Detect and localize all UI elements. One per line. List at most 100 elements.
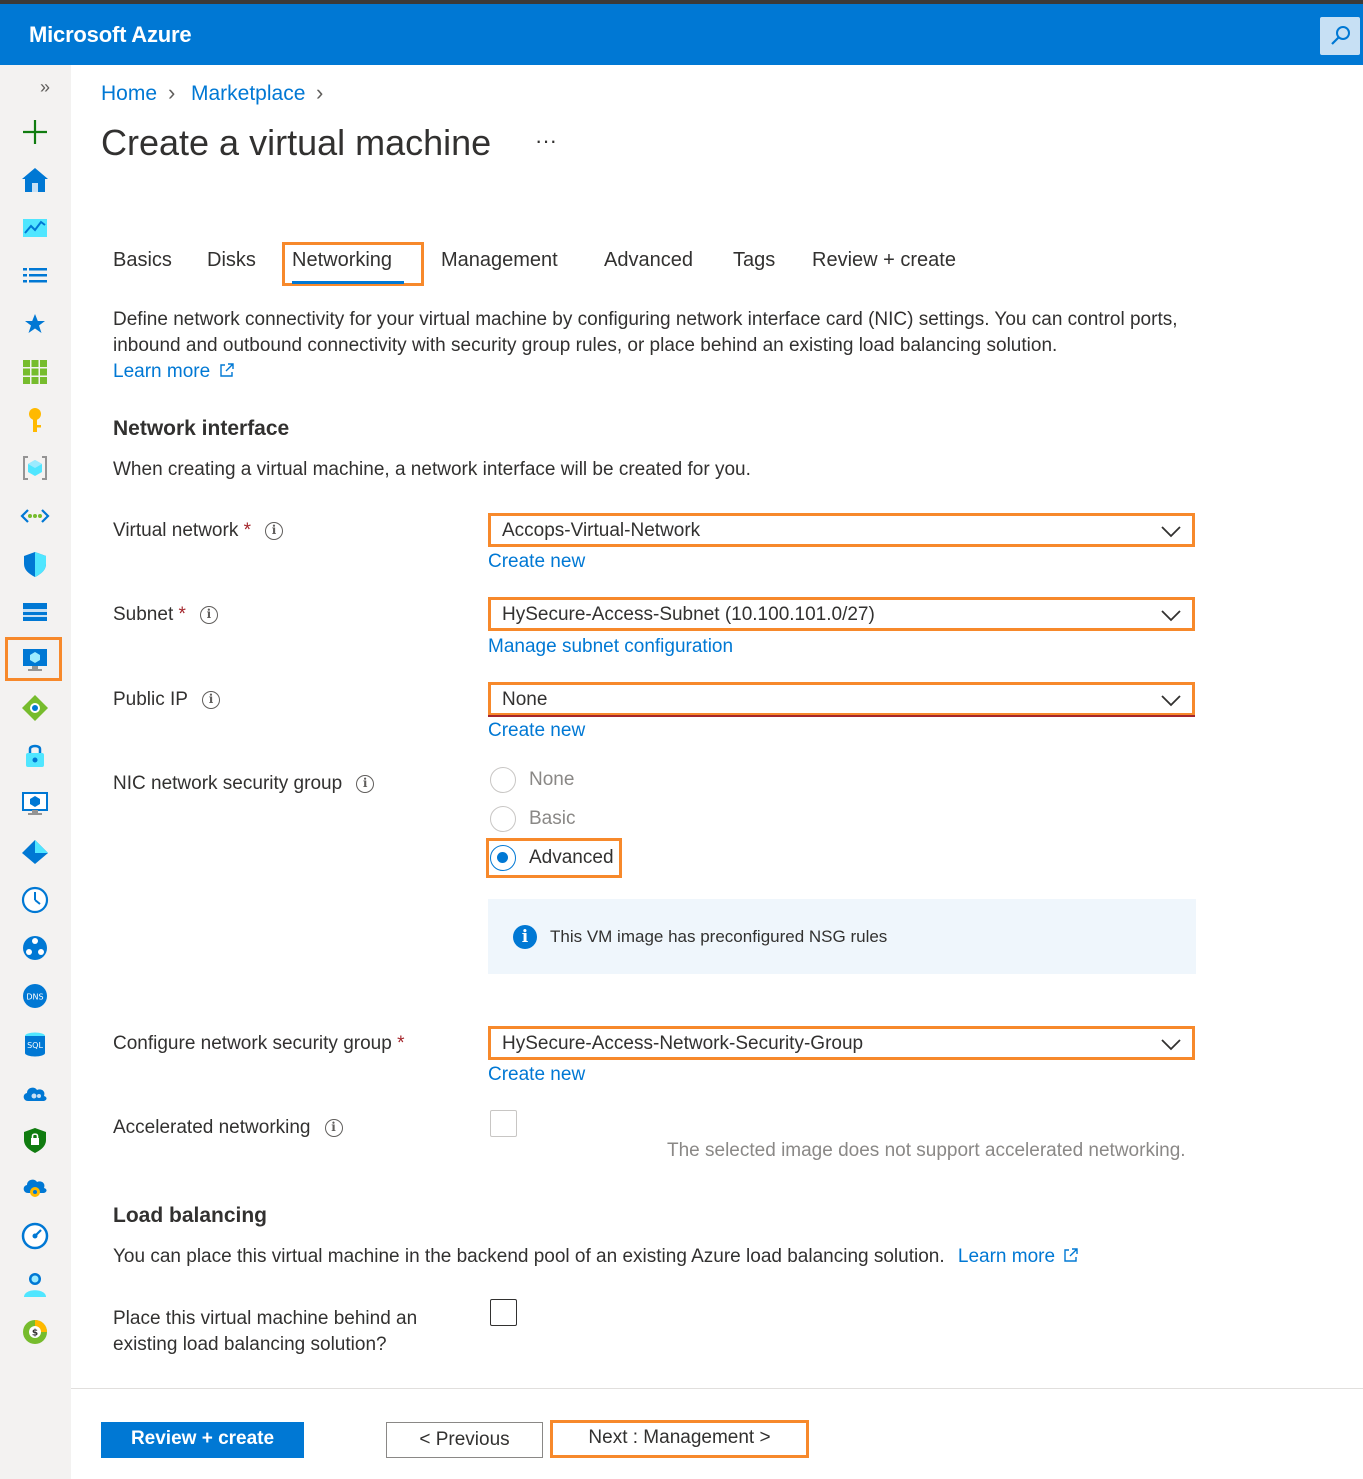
- tab-management[interactable]: Management: [441, 249, 558, 272]
- create-new-nsg-link[interactable]: Create new: [488, 1064, 585, 1086]
- home-icon[interactable]: [20, 165, 50, 195]
- previous-button[interactable]: < Previous: [386, 1422, 543, 1458]
- app-service-icon[interactable]: [20, 1173, 50, 1203]
- nsg-radio-none-label: None: [529, 769, 575, 790]
- info-icon[interactable]: i: [199, 606, 218, 624]
- virtual-network-dropdown[interactable]: Accops-Virtual-Network: [488, 513, 1195, 547]
- tab-disks[interactable]: Disks: [207, 249, 256, 272]
- defender-icon[interactable]: [20, 1125, 50, 1155]
- cloud-services-icon[interactable]: [20, 1077, 50, 1107]
- security-center-icon[interactable]: [20, 549, 50, 579]
- advisor-icon[interactable]: [20, 1221, 50, 1251]
- accelerated-networking-note: The selected image does not support acce…: [667, 1140, 1186, 1161]
- public-ip-label: Public IP i: [113, 689, 220, 711]
- chevron-down-icon: [1161, 695, 1181, 707]
- tab-review-create[interactable]: Review + create: [812, 249, 956, 272]
- subnet-value: HySecure-Access-Subnet (10.100.101.0/27): [502, 604, 875, 625]
- virtual-networks-icon[interactable]: [20, 501, 50, 531]
- virtual-machines-icon[interactable]: [20, 645, 50, 675]
- load-balancer-icon[interactable]: [20, 693, 50, 723]
- svg-text:DNS: DNS: [26, 993, 43, 1002]
- create-new-virtual-network-link[interactable]: Create new: [488, 551, 585, 573]
- public-ip-value: None: [502, 689, 548, 710]
- accelerated-networking-checkbox[interactable]: [490, 1110, 517, 1137]
- info-icon[interactable]: i: [324, 1119, 343, 1137]
- svg-text:$: $: [32, 1329, 38, 1339]
- info-icon[interactable]: i: [356, 775, 375, 793]
- expand-icon[interactable]: »: [40, 77, 50, 98]
- breadcrumb-home[interactable]: Home: [101, 82, 157, 106]
- active-directory-icon[interactable]: [20, 837, 50, 867]
- info-icon[interactable]: i: [265, 522, 284, 540]
- nsg-radio-basic[interactable]: [490, 806, 516, 832]
- monitor-icon[interactable]: [20, 885, 50, 915]
- page-title: Create a virtual machine: [101, 122, 492, 163]
- network-interface-description: When creating a virtual machine, a netwo…: [113, 459, 751, 480]
- required-marker: *: [397, 1033, 405, 1054]
- network-interface-heading: Network interface: [113, 417, 290, 440]
- configure-nsg-label: Configure network security group *: [113, 1033, 405, 1054]
- tab-basics[interactable]: Basics: [113, 249, 172, 272]
- sql-icon[interactable]: SQL: [20, 1029, 50, 1059]
- public-ip-error-underline: [488, 715, 1195, 717]
- chevron-right-icon: ›: [316, 80, 324, 105]
- vpn-icon[interactable]: [20, 741, 50, 771]
- review-create-button[interactable]: Review + create: [101, 1422, 304, 1458]
- chevron-down-icon: [1161, 1039, 1181, 1051]
- cost-management-icon[interactable]: $: [20, 1317, 50, 1347]
- active-tab-highlight: [282, 242, 424, 286]
- create-resource-icon[interactable]: [20, 117, 50, 147]
- accelerated-networking-label: Accelerated networking i: [113, 1117, 343, 1139]
- place-behind-lb-checkbox[interactable]: [490, 1299, 517, 1326]
- external-link-icon: [220, 363, 235, 377]
- resource-groups-icon[interactable]: [20, 453, 50, 483]
- favorites-icon[interactable]: [20, 309, 50, 339]
- create-new-public-ip-link[interactable]: Create new: [488, 720, 585, 742]
- search-icon: [1331, 26, 1350, 45]
- dns-icon[interactable]: DNS: [20, 981, 50, 1011]
- load-balancing-learn-more-link[interactable]: Learn more: [958, 1246, 1079, 1267]
- manage-subnet-configuration-link[interactable]: Manage subnet configuration: [488, 636, 733, 658]
- chevron-down-icon: [1161, 610, 1181, 622]
- dashboard-icon[interactable]: [20, 213, 50, 243]
- intro-description: Define network connectivity for your vir…: [113, 307, 1193, 385]
- search-button[interactable]: [1320, 17, 1360, 55]
- top-bar: Microsoft Azure: [0, 4, 1363, 65]
- svg-text:SQL: SQL: [27, 1041, 43, 1050]
- key-vault-icon[interactable]: [20, 405, 50, 435]
- all-resources-icon[interactable]: [20, 357, 50, 387]
- learn-more-link[interactable]: Learn more: [113, 361, 235, 382]
- info-filled-icon: i: [513, 925, 537, 949]
- vm-icon[interactable]: [20, 789, 50, 819]
- load-balancing-heading: Load balancing: [113, 1204, 268, 1227]
- users-icon[interactable]: [20, 1269, 50, 1299]
- required-marker: *: [243, 520, 252, 541]
- next-management-button[interactable]: Next : Management >: [550, 1420, 809, 1458]
- configure-nsg-dropdown[interactable]: HySecure-Access-Network-Security-Group: [488, 1026, 1195, 1060]
- public-ip-dropdown[interactable]: None: [488, 682, 1195, 716]
- nsg-radio-none[interactable]: [490, 767, 516, 793]
- configure-nsg-value: HySecure-Access-Network-Security-Group: [502, 1033, 864, 1054]
- brand-title[interactable]: Microsoft Azure: [29, 22, 192, 48]
- all-services-icon[interactable]: [20, 261, 50, 291]
- chevron-down-icon: [1161, 526, 1181, 538]
- tab-tags[interactable]: Tags: [733, 249, 775, 272]
- nsg-info-banner: i This VM image has preconfigured NSG ru…: [488, 899, 1196, 974]
- more-options-icon[interactable]: ···: [535, 128, 557, 154]
- required-marker: *: [178, 604, 186, 625]
- network-watcher-icon[interactable]: [20, 933, 50, 963]
- load-balancing-description: You can place this virtual machine in th…: [113, 1246, 1079, 1268]
- breadcrumb-marketplace[interactable]: Marketplace: [191, 82, 305, 106]
- virtual-network-label: Virtual network * i: [113, 520, 284, 542]
- subnet-label: Subnet * i: [113, 604, 218, 626]
- nsg-radio-basic-label: Basic: [529, 808, 576, 829]
- tab-advanced[interactable]: Advanced: [604, 249, 693, 272]
- info-icon[interactable]: i: [201, 691, 220, 709]
- left-navigation-rail: » DNS SQL $: [0, 65, 71, 1479]
- chevron-right-icon: ›: [168, 80, 176, 105]
- subnet-dropdown[interactable]: HySecure-Access-Subnet (10.100.101.0/27): [488, 597, 1195, 631]
- storage-icon[interactable]: [20, 597, 50, 627]
- active-tab-underline: [292, 281, 404, 284]
- intro-text: Define network connectivity for your vir…: [113, 309, 1178, 356]
- nsg-info-message: This VM image has preconfigured NSG rule…: [550, 927, 888, 946]
